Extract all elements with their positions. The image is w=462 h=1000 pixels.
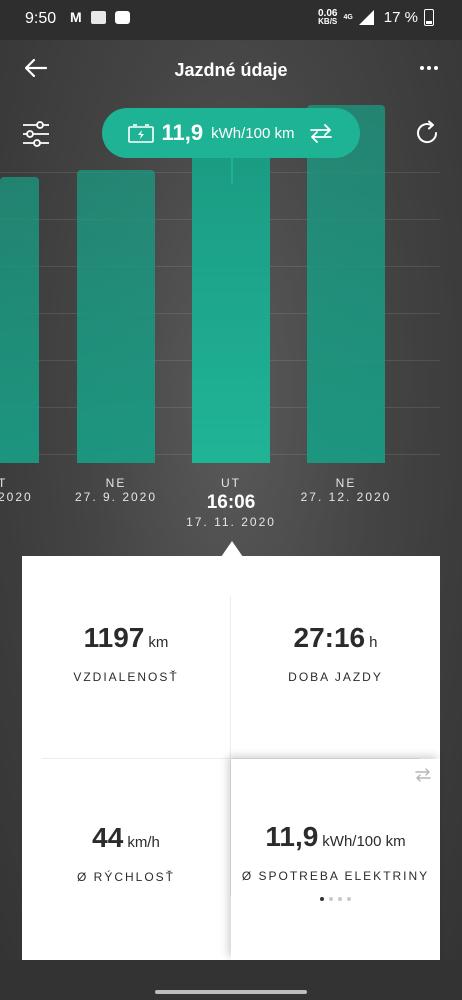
duration-value: 27:16 [293,622,366,653]
x-label-time: 16:06 [206,492,256,513]
status-bar: 9:50 M 0.06 KB/S 4G 17 % [0,0,462,40]
x-label-date: 2020 [0,490,33,504]
home-gesture-handle[interactable] [155,990,307,994]
panel-caret [221,541,243,557]
stat-speed: 44 km/h Ø RÝCHLOSŤ [22,822,230,884]
more-menu-icon[interactable] [420,66,438,70]
pager-dot[interactable] [329,897,333,901]
pager-dot[interactable] [338,897,342,901]
bar-0[interactable] [0,177,39,463]
distance-unit: km [148,634,169,651]
speed-value: 44 [92,822,124,853]
speed-label: Ø RÝCHLOSŤ [76,870,175,884]
stat-duration: 27:16 h DOBA JAZDY [231,622,440,684]
swap-arrows-icon[interactable] [414,767,432,785]
x-label-date: 17. 11. 2020 [186,515,276,529]
pill-connector [231,158,233,184]
gallery-icon [90,11,106,24]
duration-unit: h [369,634,378,651]
x-label-day: T [0,476,8,490]
x-label-date: 27. 12. 2020 [300,490,392,504]
page-title: Jazdné údaje [174,60,288,80]
pager-dot[interactable] [320,897,324,901]
status-right: 0.06 KB/S 4G 17 % [317,7,434,26]
network-type: 4G [343,14,353,21]
app-bar: Jazdné údaje [0,40,462,100]
swap-arrows-icon[interactable] [308,123,334,143]
pager-dots[interactable] [231,897,440,901]
x-label-day: NE [105,476,127,490]
consumption-pill[interactable]: 11,9 kWh/100 km [102,108,360,158]
consumption-value: 11,9 [265,821,319,852]
x-label-day: NE [335,476,357,490]
stat-consumption: 11,9 kWh/100 km Ø SPOTREBA ELEKTRINY [231,821,440,901]
pill-unit: kWh/100 km [211,124,295,142]
system-nav-bar [0,960,462,1000]
signal-icon [358,10,374,25]
stat-consumption-card[interactable]: 11,9 kWh/100 km Ø SPOTREBA ELEKTRINY [231,759,440,960]
consumption-label: Ø SPOTREBA ELEKTRINY [241,869,430,883]
stats-panel: 1197 km VZDIALENOSŤ 27:16 h DOBA JAZDY 44 k… [22,556,440,960]
status-time: 9:50 [25,10,57,27]
x-label-date: 27. 9. 2020 [74,490,158,504]
refresh-icon[interactable] [414,120,440,146]
speed-unit: km/h [127,834,160,851]
battery-percent: 17 % [383,9,418,26]
gmail-icon: M [70,9,82,25]
bar-3[interactable] [307,104,385,463]
x-label-day: UT [221,476,241,490]
filter-sliders-icon[interactable] [22,120,50,148]
stat-distance: 1197 km VZDIALENOSŤ [22,622,230,684]
duration-label: DOBA JAZDY [288,670,383,684]
bar-1[interactable] [77,169,155,463]
pager-dot[interactable] [347,897,351,901]
distance-value: 1197 [83,622,145,653]
notification-icons: M [70,9,130,25]
distance-label: VZDIALENOSŤ [73,670,179,684]
net-speed: 0.06 KB/S [317,7,338,26]
battery-charge-icon [127,124,154,143]
youtube-icon [114,11,130,24]
pill-value: 11,9 [161,120,204,145]
consumption-unit: kWh/100 km [322,833,406,850]
battery-icon [424,9,434,26]
